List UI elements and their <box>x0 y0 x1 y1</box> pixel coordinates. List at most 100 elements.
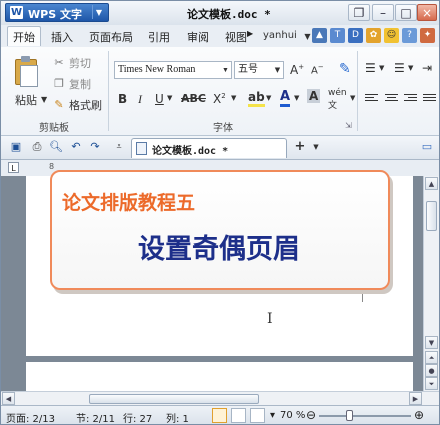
next-page-icon[interactable]: ⏷ <box>425 377 438 390</box>
gift-icon[interactable]: ✿ <box>366 28 381 43</box>
page-indicator[interactable]: 页面: 2/13 <box>6 410 55 424</box>
tab-insert[interactable]: 插入 <box>51 29 73 45</box>
strikethrough-button[interactable]: ABC <box>181 92 206 105</box>
chevron-down-icon[interactable]: ▼ <box>231 94 236 102</box>
expand-up-icon[interactable]: ▲ <box>312 28 327 43</box>
chevron-right-icon[interactable]: ▶ <box>247 29 253 38</box>
chevron-down-icon[interactable]: ▼ <box>92 5 105 19</box>
prev-page-icon[interactable]: ⏶ <box>425 351 438 364</box>
zoom-in-icon[interactable]: ⊕ <box>414 408 424 422</box>
shrink-font-icon[interactable]: A− <box>311 63 324 76</box>
chevron-down-icon[interactable]: ▼ <box>350 94 355 102</box>
scroll-thumb[interactable] <box>426 201 437 231</box>
font-group-label: 字体 <box>213 123 233 134</box>
redo-icon[interactable]: ↷ <box>88 140 102 154</box>
print-icon[interactable]: ⎙ <box>30 140 44 154</box>
tab-review[interactable]: 审阅 <box>187 29 209 45</box>
window-list-icon[interactable]: ▭ <box>420 140 434 154</box>
font-family-select[interactable]: Times New Roman ▼ <box>114 61 232 79</box>
extra-icon[interactable]: ✦ <box>420 28 435 43</box>
quick-access-toolbar: ▣ ⎙ 🔍︎ ↶ ↷ ⩡ 论文模板.doc * + ▼ ▭ <box>1 136 439 160</box>
tab-home[interactable]: 开始 <box>7 26 41 46</box>
chevron-down-icon[interactable]: ▼ <box>408 64 413 72</box>
copy-button[interactable]: 复制 <box>69 76 91 92</box>
chevron-down-icon[interactable]: ▼ <box>272 62 283 78</box>
zoom-slider[interactable] <box>319 415 411 417</box>
clear-format-icon[interactable]: ✎ <box>339 61 351 77</box>
web-view-icon[interactable] <box>250 408 265 423</box>
paste-icon[interactable] <box>11 55 41 87</box>
scroll-up-icon[interactable]: ▲ <box>425 177 438 190</box>
print-preview-icon[interactable]: 🔍︎ <box>49 140 63 154</box>
chevron-down-icon[interactable]: ▼ <box>167 94 172 102</box>
chevron-down-icon[interactable]: ▼ <box>266 94 271 102</box>
tab-stop-selector[interactable]: L <box>8 162 19 173</box>
chevron-down-icon[interactable]: ▼ <box>379 64 384 72</box>
scroll-down-icon[interactable]: ▼ <box>425 336 438 349</box>
tab-page-layout[interactable]: 页面布局 <box>89 29 133 45</box>
app-name: WPS 文字 <box>28 8 82 21</box>
numbering-button[interactable]: ☰ <box>394 61 405 75</box>
minimize-button[interactable]: – <box>372 4 394 21</box>
restore-icon[interactable]: ❐ <box>348 4 370 21</box>
d-icon[interactable]: D <box>348 28 363 43</box>
superscript-button[interactable]: X2 <box>213 92 226 106</box>
select-browse-object-icon[interactable]: ● <box>425 364 438 377</box>
align-left-button[interactable] <box>365 94 378 105</box>
chevron-down-icon[interactable]: ▼ <box>294 94 299 102</box>
new-tab-icon[interactable]: + <box>293 140 307 154</box>
highlight-color-button[interactable]: ab <box>248 90 265 107</box>
column-indicator: 列: 1 <box>166 414 189 425</box>
save-icon[interactable]: ▣ <box>9 140 23 154</box>
maximize-button[interactable]: □ <box>395 4 417 21</box>
document-page-next[interactable] <box>26 362 413 391</box>
chevron-down-icon[interactable]: ▾ <box>270 410 275 421</box>
scissors-icon: ✂ <box>54 56 64 69</box>
format-painter-button[interactable]: 格式刷 <box>69 97 102 113</box>
page-view-icon[interactable] <box>212 408 227 423</box>
underline-button[interactable]: U <box>155 92 164 106</box>
bullets-button[interactable]: ☰ <box>365 61 376 75</box>
chevron-down-icon[interactable]: ▼ <box>220 62 231 78</box>
divider <box>357 51 358 131</box>
document-tab[interactable]: 论文模板.doc * <box>131 138 287 158</box>
chevron-down-icon[interactable]: ▼ <box>309 140 323 154</box>
tab-references[interactable]: 引用 <box>148 29 170 45</box>
phonetic-guide-button[interactable]: wén 文 <box>328 88 347 111</box>
outline-view-icon[interactable] <box>231 408 246 423</box>
undo-icon[interactable]: ↶ <box>69 140 83 154</box>
grow-font-icon[interactable]: A+ <box>290 63 304 77</box>
zoom-level[interactable]: 70 % <box>280 410 305 421</box>
user-name[interactable]: yanhui <box>263 30 297 41</box>
horizontal-scroll-thumb[interactable] <box>89 394 259 404</box>
zoom-out-icon[interactable]: ⊖ <box>306 408 316 422</box>
vertical-scrollbar[interactable]: ▲ ▼ ⏶ ● ⏷ <box>423 176 439 391</box>
indent-button[interactable]: ⇥ <box>422 61 432 75</box>
horizontal-scrollbar[interactable]: ◀ ▶ <box>1 391 439 406</box>
paste-button[interactable]: 粘贴 <box>15 92 37 108</box>
close-button[interactable]: × <box>417 4 437 21</box>
zoom-slider-thumb[interactable] <box>346 410 353 421</box>
italic-button[interactable]: I <box>138 92 142 107</box>
help-icon[interactable]: ? <box>402 28 417 43</box>
ribbon-tabs: 开始 插入 页面布局 引用 审阅 视图 ▶ yanhui ▼ ▲ T D ✿ ☺… <box>1 25 439 48</box>
customize-toolbar-icon[interactable]: ⩡ <box>112 140 126 154</box>
scroll-left-icon[interactable]: ◀ <box>2 392 15 405</box>
chevron-down-icon[interactable]: ▼ <box>41 95 47 104</box>
align-right-button[interactable] <box>404 94 417 105</box>
scroll-right-icon[interactable]: ▶ <box>409 392 422 405</box>
align-center-button[interactable] <box>385 94 398 105</box>
text-cursor-icon: I <box>267 311 273 327</box>
wps-app-menu-button[interactable]: W WPS 文字 ▼ <box>5 3 109 22</box>
smiley-icon[interactable]: ☺ <box>384 28 399 43</box>
font-dialog-launcher-icon[interactable]: ⇲ <box>345 121 352 130</box>
bold-button[interactable]: B <box>118 92 127 106</box>
tab-view[interactable]: 视图 <box>225 29 247 45</box>
cut-button[interactable]: 剪切 <box>69 55 91 71</box>
char-shading-button[interactable]: A <box>307 89 321 103</box>
justify-button[interactable] <box>423 94 436 105</box>
skin-icon[interactable]: T <box>330 28 345 43</box>
font-color-button[interactable]: A <box>280 89 291 107</box>
wps-logo-icon: W <box>10 6 23 19</box>
font-size-select[interactable]: 五号 ▼ <box>234 61 284 79</box>
